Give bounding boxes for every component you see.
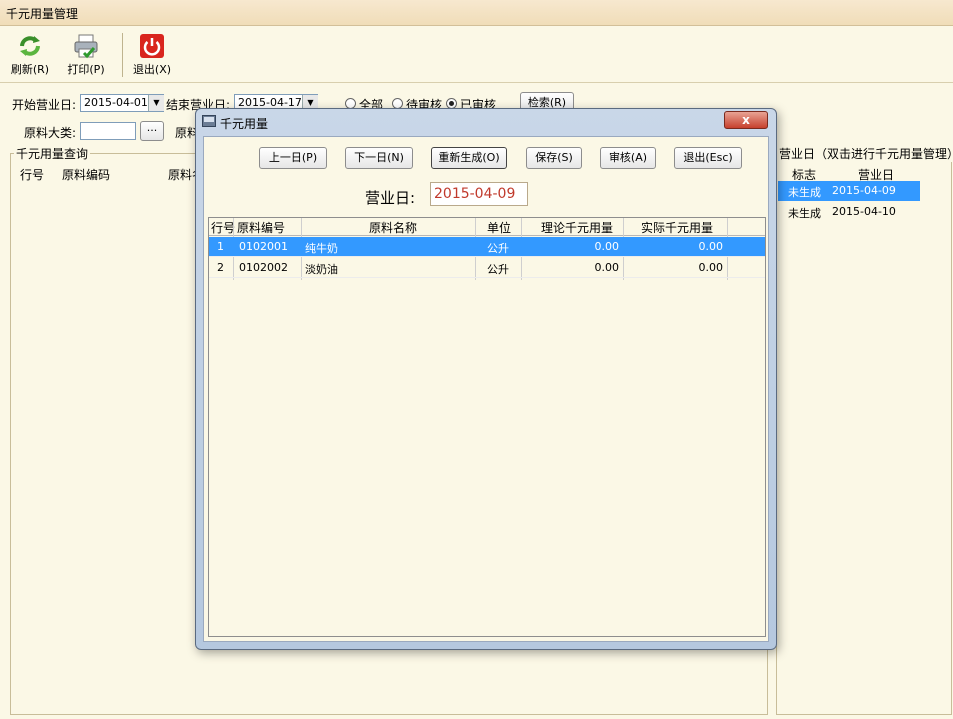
business-day-date: 2015-04-10: [832, 205, 896, 218]
business-day-date: 2015-04-09: [832, 184, 896, 197]
left-col-code: 原料编码: [62, 168, 111, 182]
dialog-title: 千元用量: [220, 117, 269, 131]
audit-label: 审核(A): [608, 151, 648, 164]
refresh-icon: [17, 33, 43, 59]
print-label: 打印(P): [67, 63, 105, 76]
business-day-row[interactable]: 未生成 2015-04-09: [778, 181, 920, 201]
row-unit: 公升: [487, 242, 509, 255]
col-actual: 实际千元用量: [641, 221, 714, 235]
dialog-app-icon: [202, 115, 216, 127]
power-icon: [139, 33, 165, 59]
business-day-flag: 未生成: [788, 207, 821, 220]
table-row[interactable]: 2 0102002 淡奶油 公升 0.00 0.00: [209, 258, 765, 278]
business-day-panel-title: 营业日（双击进行千元用量管理）: [777, 145, 953, 162]
col-code: 原料编号: [237, 221, 286, 235]
business-day-label: 营业日:: [365, 189, 416, 207]
business-day-flag: 未生成: [788, 186, 821, 199]
window-title: 千元用量管理: [6, 7, 79, 21]
start-date-value: 2015-04-01: [84, 96, 148, 109]
regenerate-button[interactable]: 重新生成(O): [431, 147, 507, 169]
toolbar: 刷新(R) 打印(P) 退出(X): [0, 27, 953, 83]
next-day-button[interactable]: 下一日(N): [345, 147, 413, 169]
row-code: 0102001: [239, 240, 288, 253]
business-day-row[interactable]: 未生成 2015-04-10: [778, 202, 920, 222]
print-button[interactable]: 打印(P): [62, 29, 110, 79]
usage-grid-header: 行号 原料编号 原料名称 单位 理论千元用量 实际千元用量: [209, 218, 765, 236]
row-no: 1: [217, 240, 224, 253]
row-actual: 0.00: [698, 240, 724, 253]
category-label: 原料大类:: [24, 126, 77, 140]
left-col-rowno: 行号: [20, 168, 45, 182]
row-theory: 0.00: [594, 261, 620, 274]
start-date-dropdown[interactable]: ▼: [148, 95, 164, 111]
dialog-body: 上一日(P) 下一日(N) 重新生成(O) 保存(S) 审核(A) 退出(Esc…: [203, 136, 769, 642]
prev-day-label: 上一日(P): [268, 151, 318, 164]
col-theory: 理论千元用量: [541, 221, 614, 235]
query-panel-title: 千元用量查询: [14, 145, 91, 162]
business-day-value: 2015-04-09: [434, 186, 516, 202]
row-code: 0102002: [239, 261, 288, 274]
business-day-panel: [776, 153, 952, 715]
refresh-button[interactable]: 刷新(R): [8, 29, 52, 79]
dialog-exit-label: 退出(Esc): [683, 151, 733, 164]
dialog-exit-button[interactable]: 退出(Esc): [674, 147, 742, 169]
category-browse-button[interactable]: ···: [140, 121, 164, 141]
audit-button[interactable]: 审核(A): [600, 147, 656, 169]
next-day-label: 下一日(N): [354, 151, 404, 164]
row-theory: 0.00: [594, 240, 620, 253]
table-row[interactable]: 1 0102001 纯牛奶 公升 0.00 0.00: [209, 237, 765, 257]
usage-dialog: 千元用量 x 上一日(P) 下一日(N) 重新生成(O) 保存(S) 审核(A)…: [195, 108, 777, 650]
toolbar-separator: [122, 33, 123, 77]
save-button[interactable]: 保存(S): [526, 147, 582, 169]
col-rowno: 行号: [211, 221, 236, 235]
business-day-field[interactable]: 2015-04-09: [430, 182, 528, 206]
col-unit: 单位: [487, 221, 512, 235]
row-unit: 公升: [487, 263, 509, 276]
usage-grid: 行号 原料编号 原料名称 单位 理论千元用量 实际千元用量 1 0102001 …: [208, 217, 766, 637]
col-name: 原料名称: [369, 221, 418, 235]
print-icon: [73, 33, 99, 59]
dialog-close-button[interactable]: x: [724, 111, 768, 129]
prev-day-button[interactable]: 上一日(P): [259, 147, 327, 169]
start-date-label: 开始营业日:: [12, 98, 77, 112]
category-input[interactable]: [80, 122, 136, 140]
row-no: 2: [217, 261, 224, 274]
regenerate-label: 重新生成(O): [438, 151, 500, 164]
refresh-label: 刷新(R): [10, 63, 50, 76]
ellipsis-icon: ···: [146, 124, 158, 137]
row-actual: 0.00: [698, 261, 724, 274]
save-label: 保存(S): [535, 151, 573, 164]
exit-button[interactable]: 退出(X): [130, 29, 174, 79]
close-icon: x: [742, 113, 750, 127]
row-name: 淡奶油: [305, 263, 338, 276]
row-name: 纯牛奶: [305, 242, 338, 255]
window-titlebar: 千元用量管理: [0, 0, 953, 26]
exit-label: 退出(X): [132, 63, 172, 76]
